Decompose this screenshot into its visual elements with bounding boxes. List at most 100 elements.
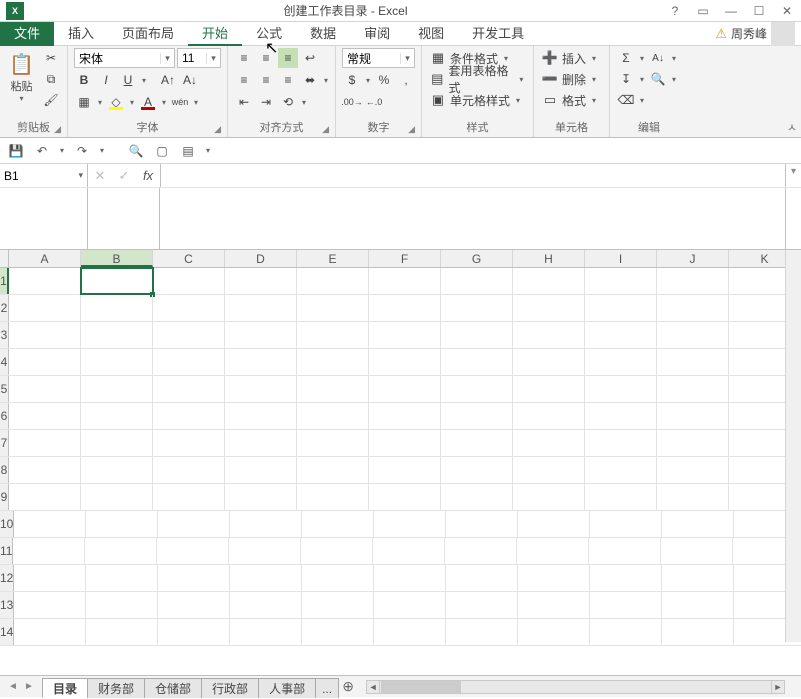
cell-H5[interactable] bbox=[513, 376, 585, 402]
cell-A3[interactable] bbox=[9, 322, 81, 348]
cell-A12[interactable] bbox=[14, 565, 86, 591]
cell-styles-button[interactable]: ▣单元格样式▾ bbox=[428, 90, 524, 110]
cell-J6[interactable] bbox=[657, 403, 729, 429]
autosum-button[interactable]: Σ bbox=[616, 48, 636, 68]
new-file-button[interactable]: ▢ bbox=[152, 141, 172, 161]
cell-J7[interactable] bbox=[657, 430, 729, 456]
cell-G11[interactable] bbox=[445, 538, 517, 564]
cell-A11[interactable] bbox=[13, 538, 85, 564]
redo-dd[interactable]: ▾ bbox=[98, 146, 106, 155]
namebox-dropdown[interactable]: ▾ bbox=[78, 170, 83, 181]
cell-H2[interactable] bbox=[513, 295, 585, 321]
cell-E8[interactable] bbox=[297, 457, 369, 483]
cell-G1[interactable] bbox=[441, 268, 513, 294]
cell-I4[interactable] bbox=[585, 349, 657, 375]
cell-C10[interactable] bbox=[158, 511, 230, 537]
cell-I1[interactable] bbox=[585, 268, 657, 294]
cell-E11[interactable] bbox=[301, 538, 373, 564]
cancel-formula-button[interactable]: ✕ bbox=[88, 164, 112, 188]
row-header-9[interactable]: 9 bbox=[0, 484, 9, 510]
cell-D8[interactable] bbox=[225, 457, 297, 483]
cell-E6[interactable] bbox=[297, 403, 369, 429]
align-bottom-button[interactable]: ≡ bbox=[278, 48, 298, 68]
cell-G10[interactable] bbox=[446, 511, 518, 537]
row-header-10[interactable]: 10 bbox=[0, 511, 14, 537]
cell-J8[interactable] bbox=[657, 457, 729, 483]
insert-cells-button[interactable]: ➕插入▾ bbox=[540, 48, 600, 68]
add-sheet-button[interactable]: ⊕ bbox=[338, 678, 358, 695]
cell-I13[interactable] bbox=[590, 592, 662, 618]
column-header-J[interactable]: J bbox=[657, 250, 729, 267]
row-header-5[interactable]: 5 bbox=[0, 376, 9, 402]
indent-dec-button[interactable]: ⇤ bbox=[234, 92, 254, 112]
cell-F8[interactable] bbox=[369, 457, 441, 483]
cell-C3[interactable] bbox=[153, 322, 225, 348]
cell-C4[interactable] bbox=[153, 349, 225, 375]
autosum-dd[interactable]: ▾ bbox=[638, 54, 646, 63]
tab-insert[interactable]: 插入 bbox=[54, 22, 108, 46]
cell-E1[interactable] bbox=[297, 268, 369, 294]
qat-customize[interactable]: ▾ bbox=[204, 146, 212, 155]
fill-dd[interactable]: ▾ bbox=[128, 98, 136, 107]
cell-D9[interactable] bbox=[225, 484, 297, 510]
ribbon-display-button[interactable]: ▭ bbox=[689, 1, 717, 21]
tab-formulas[interactable]: 公式 bbox=[242, 22, 296, 46]
cell-E7[interactable] bbox=[297, 430, 369, 456]
cell-G5[interactable] bbox=[441, 376, 513, 402]
cell-C1[interactable] bbox=[153, 268, 225, 294]
align-left-button[interactable]: ≡ bbox=[234, 70, 254, 90]
cell-J13[interactable] bbox=[662, 592, 734, 618]
cell-D1[interactable] bbox=[225, 268, 297, 294]
tab-pagelayout[interactable]: 页面布局 bbox=[108, 22, 188, 46]
sheet-nav-next[interactable]: ► bbox=[22, 679, 36, 695]
cell-D11[interactable] bbox=[229, 538, 301, 564]
column-header-G[interactable]: G bbox=[441, 250, 513, 267]
cell-I14[interactable] bbox=[590, 619, 662, 645]
cell-E3[interactable] bbox=[297, 322, 369, 348]
cell-I10[interactable] bbox=[590, 511, 662, 537]
cell-C2[interactable] bbox=[153, 295, 225, 321]
spreadsheet-grid[interactable]: ABCDEFGHIJK 1234567891011121314 bbox=[0, 250, 801, 642]
tab-data[interactable]: 数据 bbox=[296, 22, 350, 46]
cell-B10[interactable] bbox=[86, 511, 158, 537]
cell-B6[interactable] bbox=[81, 403, 153, 429]
undo-button[interactable]: ↶ bbox=[32, 141, 52, 161]
column-header-H[interactable]: H bbox=[513, 250, 585, 267]
cell-H1[interactable] bbox=[513, 268, 585, 294]
format-cells-button[interactable]: ▭格式▾ bbox=[540, 90, 600, 110]
help-button[interactable]: ? bbox=[661, 1, 689, 21]
decrease-decimal-button[interactable]: ←.0 bbox=[364, 92, 384, 112]
form-button[interactable]: ▤ bbox=[178, 141, 198, 161]
cut-button[interactable]: ✂ bbox=[41, 48, 61, 68]
formula-expand-button[interactable]: ▾ bbox=[785, 164, 801, 187]
cell-H9[interactable] bbox=[513, 484, 585, 510]
font-color-button[interactable]: A bbox=[138, 92, 158, 112]
name-box[interactable]: B1 ▾ bbox=[0, 164, 88, 187]
cell-H12[interactable] bbox=[518, 565, 590, 591]
cell-A4[interactable] bbox=[9, 349, 81, 375]
font-launcher[interactable]: ◢ bbox=[214, 122, 221, 136]
hscroll-right[interactable]: ► bbox=[771, 681, 784, 693]
cell-A1[interactable] bbox=[9, 268, 81, 294]
number-launcher[interactable]: ◢ bbox=[408, 122, 415, 136]
clipboard-launcher[interactable]: ◢ bbox=[54, 122, 61, 136]
cell-I2[interactable] bbox=[585, 295, 657, 321]
hscroll-left[interactable]: ◄ bbox=[367, 681, 380, 693]
fx-button[interactable]: fx bbox=[136, 164, 160, 188]
number-format-combo[interactable]: 常规▾ bbox=[342, 48, 415, 68]
sheet-nav-prev[interactable]: ◄ bbox=[6, 679, 20, 695]
tab-home[interactable]: 开始 bbox=[188, 22, 242, 46]
column-header-C[interactable]: C bbox=[153, 250, 225, 267]
cell-A13[interactable] bbox=[14, 592, 86, 618]
cell-G12[interactable] bbox=[446, 565, 518, 591]
align-center-button[interactable]: ≡ bbox=[256, 70, 276, 90]
cell-C8[interactable] bbox=[153, 457, 225, 483]
sheet-tab-目录[interactable]: 目录 bbox=[42, 678, 88, 698]
italic-button[interactable]: I bbox=[96, 70, 116, 90]
grow-font-button[interactable]: A↑ bbox=[158, 70, 178, 90]
cell-F4[interactable] bbox=[369, 349, 441, 375]
row-header-12[interactable]: 12 bbox=[0, 565, 14, 591]
cell-J5[interactable] bbox=[657, 376, 729, 402]
cell-I9[interactable] bbox=[585, 484, 657, 510]
collapse-ribbon-button[interactable]: ㅅ bbox=[787, 119, 797, 135]
